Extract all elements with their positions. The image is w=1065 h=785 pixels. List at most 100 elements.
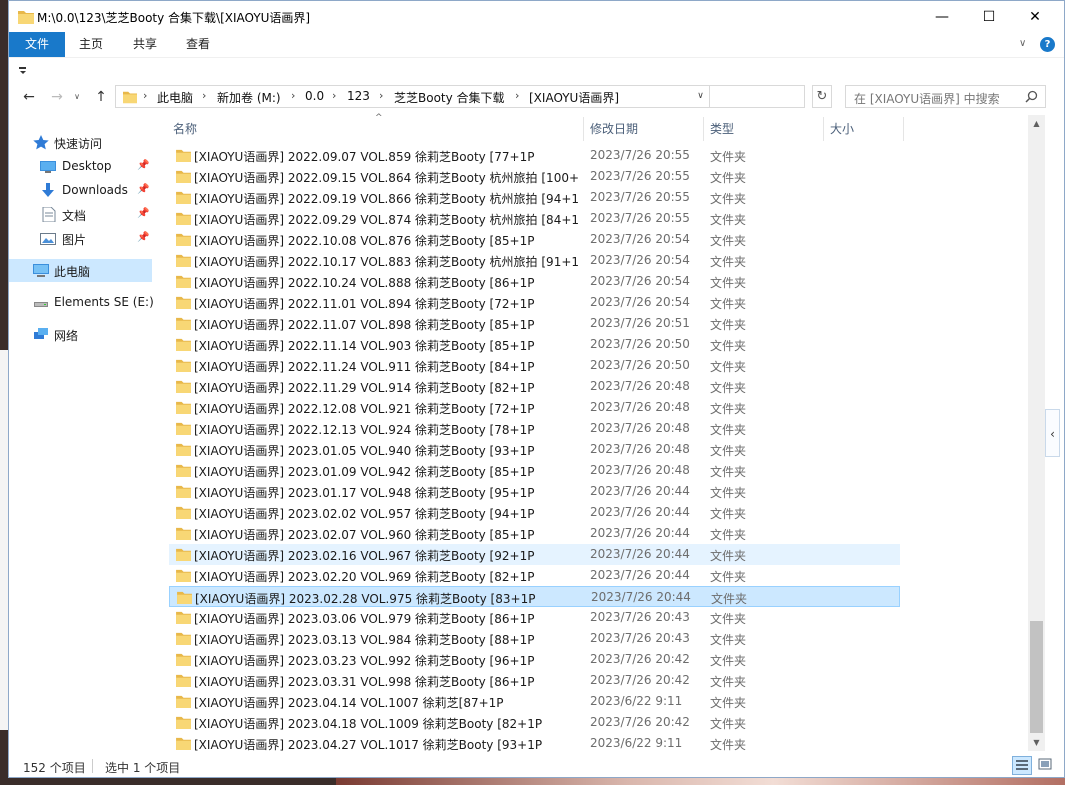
back-button[interactable]: ← (19, 88, 39, 106)
table-row[interactable]: [XIAOYU语画界] 2022.10.24 VOL.888 徐莉芝Booty … (169, 271, 900, 292)
table-row[interactable]: [XIAOYU语画界] 2023.02.16 VOL.967 徐莉芝Booty … (169, 544, 900, 565)
breadcrumb-separator[interactable]: › (202, 89, 206, 102)
file-explorer-window: M:\0.0\123\芝芝Booty 合集下载\[XIAOYU语画界] — ☐ … (8, 0, 1065, 778)
pin-icon[interactable]: 📌 (137, 184, 149, 195)
file-name: [XIAOYU语画界] 2023.02.02 VOL.957 徐莉芝Booty … (194, 507, 535, 521)
breadcrumb-separator[interactable]: › (379, 89, 383, 102)
column-header-name[interactable]: 名称 (173, 115, 197, 141)
minimize-button[interactable]: — (919, 1, 965, 32)
recent-locations-button[interactable]: ∨ (71, 88, 83, 106)
folder-icon-wrap (176, 443, 191, 459)
table-row[interactable]: [XIAOYU语画界] 2023.03.13 VOL.984 徐莉芝Booty … (169, 628, 900, 649)
nav-desktop[interactable]: Desktop 📌 (9, 155, 152, 178)
table-row[interactable]: [XIAOYU语画界] 2022.11.24 VOL.911 徐莉芝Booty … (169, 355, 900, 376)
table-row[interactable]: [XIAOYU语画界] 2023.03.06 VOL.979 徐莉芝Booty … (169, 607, 900, 628)
nav-elements-drive[interactable]: Elements SE (E:) (9, 291, 154, 314)
scrollbar-thumb[interactable] (1030, 621, 1043, 733)
nav-this-pc[interactable]: 此电脑 (9, 259, 152, 282)
breadcrumb-folder-current[interactable]: [XIAOYU语画界] (529, 89, 619, 106)
column-divider[interactable] (903, 117, 904, 141)
table-row[interactable]: [XIAOYU语画界] 2022.12.08 VOL.921 徐莉芝Booty … (169, 397, 900, 418)
table-row[interactable]: [XIAOYU语画界] 2023.01.17 VOL.948 徐莉芝Booty … (169, 481, 900, 502)
column-divider[interactable] (703, 117, 704, 141)
maximize-button[interactable]: ☐ (966, 1, 1012, 32)
folder-icon-wrap (176, 716, 191, 732)
pin-icon[interactable]: 📌 (137, 232, 149, 243)
table-row[interactable]: [XIAOYU语画界] 2022.11.14 VOL.903 徐莉芝Booty … (169, 334, 900, 355)
scroll-up-button[interactable]: ▲ (1028, 115, 1045, 132)
file-name: [XIAOYU语画界] 2022.12.08 VOL.921 徐莉芝Booty … (194, 402, 535, 416)
table-row[interactable]: [XIAOYU语画界] 2023.01.05 VOL.940 徐莉芝Booty … (169, 439, 900, 460)
column-divider[interactable] (823, 117, 824, 141)
close-button[interactable]: ✕ (1012, 1, 1058, 32)
folder-icon-wrap (176, 695, 191, 711)
table-row[interactable]: [XIAOYU语画界] 2023.02.20 VOL.969 徐莉芝Booty … (169, 565, 900, 586)
nav-network[interactable]: 网络 (9, 323, 152, 346)
nav-quick-access[interactable]: 快速访问 (9, 131, 152, 154)
help-icon[interactable]: ? (1040, 37, 1055, 52)
table-row[interactable]: [XIAOYU语画界] 2022.09.07 VOL.859 徐莉芝Booty … (169, 145, 900, 166)
column-header-type[interactable]: 类型 (710, 115, 734, 141)
column-header-size[interactable]: 大小 (830, 115, 854, 141)
preview-pane-toggle[interactable]: ‹ (1045, 409, 1060, 457)
scroll-down-button[interactable]: ▼ (1028, 734, 1045, 751)
breadcrumb-separator[interactable]: › (291, 89, 295, 102)
breadcrumb-folder-123[interactable]: 123 (347, 89, 370, 103)
breadcrumb-separator[interactable]: › (515, 89, 519, 102)
details-view-button[interactable] (1012, 756, 1032, 775)
forward-button[interactable]: → (47, 88, 67, 106)
table-row[interactable]: [XIAOYU语画界] 2022.09.29 VOL.874 徐莉芝Booty … (169, 208, 900, 229)
folder-icon-wrap (176, 569, 191, 585)
file-type: 文件夹 (710, 276, 747, 290)
nav-pictures[interactable]: 图片 📌 (9, 227, 152, 250)
table-row[interactable]: [XIAOYU语画界] 2022.11.07 VOL.898 徐莉芝Booty … (169, 313, 900, 334)
file-type: 文件夹 (710, 444, 747, 458)
vertical-scrollbar[interactable]: ▲ ▼ (1028, 115, 1045, 751)
table-row[interactable]: [XIAOYU语画界] 2023.02.02 VOL.957 徐莉芝Booty … (169, 502, 900, 523)
breadcrumb-drive-m[interactable]: 新加卷 (M:) (217, 89, 281, 106)
file-name: [XIAOYU语画界] 2023.03.23 VOL.992 徐莉芝Booty … (194, 654, 535, 668)
customize-toolbar-icon[interactable] (19, 67, 26, 74)
up-button[interactable]: ↑ (91, 88, 111, 106)
large-icons-view-button[interactable] (1036, 756, 1056, 775)
table-row[interactable]: [XIAOYU语画界] 2023.04.14 VOL.1007 徐莉芝[87+1… (169, 691, 900, 712)
table-row[interactable]: [XIAOYU语画界] 2023.03.23 VOL.992 徐莉芝Booty … (169, 649, 900, 670)
folder-icon (176, 422, 191, 435)
tab-home[interactable]: 主页 (67, 32, 115, 57)
folder-icon-wrap (176, 359, 191, 375)
refresh-button[interactable]: ↻ (812, 85, 832, 108)
nav-documents[interactable]: 文档 📌 (9, 203, 152, 226)
breadcrumb-separator[interactable]: › (143, 89, 147, 102)
expand-ribbon-chevron-icon[interactable]: ∨ (1019, 38, 1026, 49)
search-icon[interactable] (1025, 90, 1038, 103)
folder-icon (176, 443, 191, 456)
tab-view[interactable]: 查看 (174, 32, 222, 57)
column-header-date[interactable]: 修改日期 (590, 115, 638, 141)
search-input[interactable]: 在 [XIAOYU语画界] 中搜索 (845, 85, 1046, 108)
tab-file[interactable]: 文件 (9, 32, 65, 57)
table-row[interactable]: [XIAOYU语画界] 2023.03.31 VOL.998 徐莉芝Booty … (169, 670, 900, 691)
table-row[interactable]: [XIAOYU语画界] 2022.09.15 VOL.864 徐莉芝Booty … (169, 166, 900, 187)
column-divider[interactable] (583, 117, 584, 141)
nav-downloads[interactable]: Downloads 📌 (9, 179, 152, 202)
tab-share[interactable]: 共享 (121, 32, 169, 57)
table-row[interactable]: [XIAOYU语画界] 2022.10.08 VOL.876 徐莉芝Booty … (169, 229, 900, 250)
table-row[interactable]: [XIAOYU语画界] 2023.01.09 VOL.942 徐莉芝Booty … (169, 460, 900, 481)
table-row[interactable]: [XIAOYU语画界] 2022.10.17 VOL.883 徐莉芝Booty … (169, 250, 900, 271)
breadcrumb-folder-collection[interactable]: 芝芝Booty 合集下载 (394, 89, 505, 106)
table-row[interactable]: [XIAOYU语画界] 2023.04.18 VOL.1009 徐莉芝Booty… (169, 712, 900, 733)
table-row[interactable]: [XIAOYU语画界] 2022.12.13 VOL.924 徐莉芝Booty … (169, 418, 900, 439)
address-dropdown-button[interactable]: ∨ (692, 85, 710, 108)
table-row[interactable]: [XIAOYU语画界] 2022.11.01 VOL.894 徐莉芝Booty … (169, 292, 900, 313)
table-row[interactable]: [XIAOYU语画界] 2022.09.19 VOL.866 徐莉芝Booty … (169, 187, 900, 208)
table-row[interactable]: [XIAOYU语画界] 2022.11.29 VOL.914 徐莉芝Booty … (169, 376, 900, 397)
table-row[interactable]: [XIAOYU语画界] 2023.02.07 VOL.960 徐莉芝Booty … (169, 523, 900, 544)
table-row[interactable]: [XIAOYU语画界] 2023.02.28 VOL.975 徐莉芝Booty … (169, 586, 900, 607)
breadcrumb-this-pc[interactable]: 此电脑 (157, 89, 193, 106)
table-row[interactable]: [XIAOYU语画界] 2023.04.27 VOL.1017 徐莉芝Booty… (169, 733, 900, 754)
pin-icon[interactable]: 📌 (137, 160, 149, 171)
file-type: 文件夹 (710, 633, 747, 647)
breadcrumb-separator[interactable]: › (332, 89, 336, 102)
pin-icon[interactable]: 📌 (137, 208, 149, 219)
breadcrumb-folder-0-0[interactable]: 0.0 (305, 89, 324, 103)
